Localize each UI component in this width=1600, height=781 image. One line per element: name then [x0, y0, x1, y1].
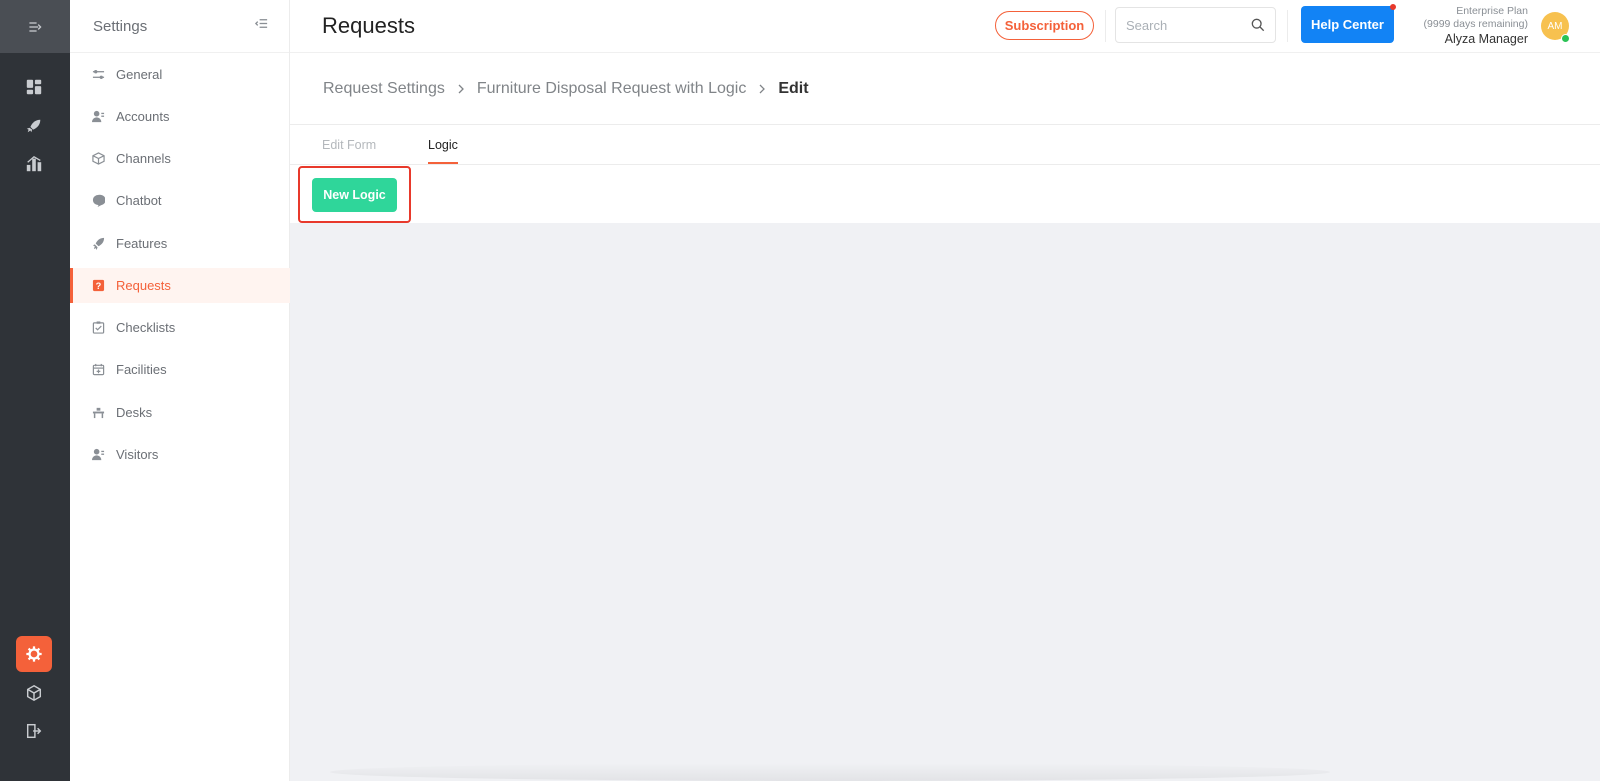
logic-content-area [290, 223, 1600, 781]
breadcrumb: Request Settings Furniture Disposal Requ… [290, 53, 1600, 125]
rail-collapse-button[interactable] [0, 0, 70, 53]
settings-item-label: Accounts [116, 109, 170, 124]
settings-item-label: Desks [116, 405, 153, 420]
rail-box-button[interactable] [16, 675, 52, 711]
tab-edit-form[interactable]: Edit Form [322, 138, 376, 152]
content-bottom-shadow [330, 763, 1330, 781]
svg-text:?: ? [95, 281, 101, 291]
breadcrumb-request-settings[interactable]: Request Settings [323, 80, 445, 98]
settings-item-label: General [116, 67, 163, 82]
search-icon[interactable] [1251, 18, 1265, 32]
settings-item-checklists[interactable]: Checklists [70, 310, 290, 345]
dashboard-icon [26, 79, 42, 95]
calendar-plus-icon [91, 363, 105, 377]
collapse-menu-icon [29, 21, 42, 32]
settings-item-label: Requests [116, 278, 171, 293]
box-icon [26, 684, 42, 702]
rail-dashboard-button[interactable] [16, 69, 52, 105]
checklist-icon [91, 321, 105, 335]
help-center-button[interactable]: Help Center [1301, 6, 1394, 43]
new-logic-button[interactable]: New Logic [312, 178, 397, 212]
rail-settings-button[interactable] [16, 636, 52, 672]
user-icon [91, 110, 105, 124]
search-box [1115, 7, 1276, 43]
header-divider [1287, 10, 1288, 42]
chat-bubble-icon [91, 194, 105, 208]
settings-item-label: Channels [116, 151, 171, 166]
visitor-icon [91, 448, 105, 462]
collapse-panel-button[interactable] [254, 16, 269, 36]
settings-item-label: Facilities [116, 362, 167, 377]
question-icon: ? [91, 279, 105, 293]
online-status-dot [1561, 34, 1570, 43]
subscription-button[interactable]: Subscription [995, 11, 1094, 40]
logout-icon [26, 723, 42, 739]
settings-item-chatbot[interactable]: Chatbot [70, 183, 290, 218]
rail-logout-button[interactable] [16, 713, 52, 749]
rail-analytics-button[interactable] [16, 146, 52, 182]
breadcrumb-form-name[interactable]: Furniture Disposal Request with Logic [477, 80, 746, 98]
plan-name: Enterprise Plan [1456, 5, 1528, 17]
settings-item-label: Features [116, 236, 168, 251]
page-title: Requests [322, 13, 415, 38]
settings-item-general[interactable]: General [70, 57, 290, 92]
search-input[interactable] [1116, 8, 1236, 42]
settings-item-desks[interactable]: Desks [70, 395, 290, 430]
settings-item-label: Checklists [116, 320, 176, 335]
chevron-right-icon [750, 82, 774, 96]
notification-dot [1390, 4, 1396, 10]
tab-logic[interactable]: Logic [428, 138, 458, 152]
sliders-icon [91, 68, 105, 82]
cube-icon [91, 152, 105, 166]
plan-remaining: (9999 days remaining) [1423, 18, 1528, 30]
app-rail [0, 0, 70, 781]
analytics-icon [26, 155, 42, 172]
rocket-icon [91, 237, 105, 251]
rail-features-button[interactable] [16, 108, 52, 144]
settings-panel: Settings General Accounts Channels Chatb… [70, 0, 290, 781]
settings-panel-header: Settings [70, 0, 289, 53]
user-name[interactable]: Alyza Manager [1424, 31, 1528, 47]
settings-item-channels[interactable]: Channels [70, 141, 290, 176]
settings-panel-title: Settings [93, 17, 148, 35]
settings-item-facilities[interactable]: Facilities [70, 352, 290, 387]
active-tab-indicator [428, 162, 458, 164]
settings-icon [26, 646, 42, 662]
chevron-right-icon [449, 82, 473, 96]
form-tabs: Edit Form Logic [290, 125, 1600, 165]
logic-action-bar: New Logic [290, 165, 1600, 223]
collapse-left-icon [254, 19, 268, 28]
settings-item-label: Visitors [116, 447, 159, 462]
settings-item-visitors[interactable]: Visitors [70, 437, 290, 472]
header-divider [1105, 10, 1106, 42]
settings-item-accounts[interactable]: Accounts [70, 99, 290, 134]
settings-item-label: Chatbot [116, 193, 162, 208]
top-header: Requests Subscription Help Center Enterp… [290, 0, 1600, 53]
settings-item-requests[interactable]: ? Requests [70, 268, 290, 303]
rocket-icon [26, 119, 41, 133]
breadcrumb-current: Edit [778, 79, 809, 97]
desk-icon [91, 406, 105, 420]
settings-item-features[interactable]: Features [70, 226, 290, 261]
plan-info: Enterprise Plan (9999 days remaining) Al… [1424, 5, 1528, 47]
